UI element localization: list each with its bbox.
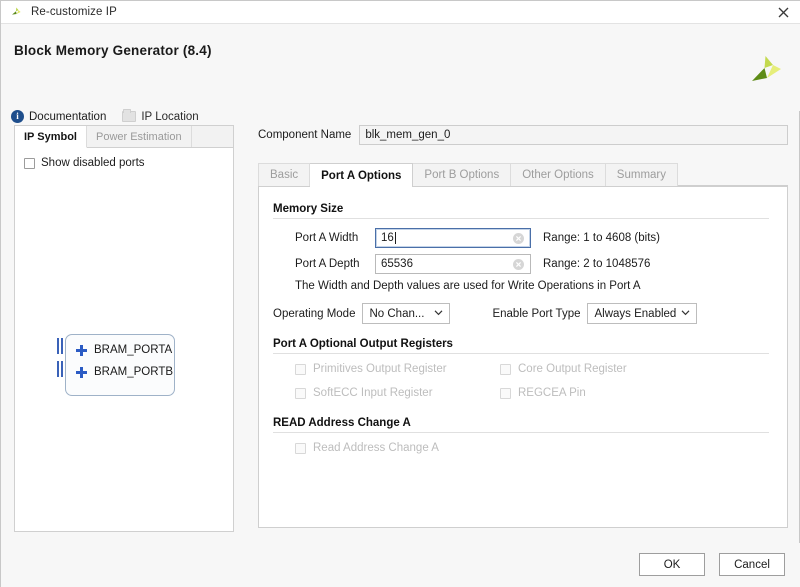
operating-mode-label: Operating Mode	[273, 307, 356, 320]
softecc-input-register-checkbox-row[interactable]: SoftECC Input Register	[295, 387, 500, 399]
clear-icon[interactable]	[513, 259, 524, 270]
regcea-pin-checkbox[interactable]	[500, 387, 511, 399]
memory-size-group: Memory Size Port A Width 16 Range: 1 to …	[273, 203, 769, 324]
tab-port-b-options[interactable]: Port B Options	[413, 163, 512, 186]
enable-port-type-value: Always Enabled	[594, 307, 677, 320]
xilinx-logo-icon	[9, 5, 24, 20]
recustomize-ip-dialog: Re-customize IP Block Memory Generator (…	[0, 0, 800, 587]
enable-port-type-select[interactable]: Always Enabled	[587, 303, 698, 324]
chevron-down-icon	[434, 306, 443, 318]
port-a-width-value: 16	[381, 232, 394, 244]
cancel-button[interactable]: Cancel	[719, 553, 785, 576]
tab-port-a-options[interactable]: Port A Options	[310, 163, 414, 188]
tab-summary[interactable]: Summary	[605, 163, 678, 186]
core-output-register-checkbox[interactable]	[500, 363, 511, 375]
core-output-register-label: Core Output Register	[518, 363, 627, 375]
chevron-down-icon	[681, 306, 690, 318]
registers-row-2: SoftECC Input Register REGCEA Pin	[295, 387, 769, 399]
bram-port-a[interactable]: BRAM_PORTA	[76, 344, 172, 356]
left-panel-tabs: IP Symbol Power Estimation	[15, 126, 233, 148]
tab-basic[interactable]: Basic	[258, 163, 311, 186]
optional-registers-title: Port A Optional Output Registers	[273, 338, 453, 350]
read-address-change-a-checkbox[interactable]	[295, 442, 306, 454]
plus-icon[interactable]	[76, 344, 87, 356]
divider	[273, 432, 769, 433]
bus-connector-b-icon	[56, 361, 65, 377]
bram-port-a-label: BRAM_PORTA	[94, 344, 173, 356]
dialog-body: IP Symbol Power Estimation Show disabled…	[1, 111, 800, 543]
read-address-change-row: Read Address Change A	[295, 442, 769, 454]
port-a-width-hint: Range: 1 to 4608 (bits)	[543, 232, 660, 244]
softecc-input-register-label: SoftECC Input Register	[313, 387, 433, 399]
port-a-depth-row: Port A Depth 65536 Range: 2 to 1048576	[295, 254, 769, 274]
window-titlebar: Re-customize IP	[1, 1, 800, 24]
port-a-depth-input[interactable]: 65536	[375, 254, 531, 274]
component-name-row: Component Name blk_mem_gen_0	[258, 125, 788, 145]
config-tabs: Basic Port A Options Port B Options Othe…	[258, 163, 788, 188]
port-a-width-row: Port A Width 16 Range: 1 to 4608 (bits)	[295, 228, 769, 248]
divider	[273, 218, 769, 219]
xilinx-leaf-logo	[748, 54, 784, 88]
enable-port-type-label: Enable Port Type	[492, 307, 581, 320]
bram-port-b-label: BRAM_PORTB	[94, 366, 174, 378]
operating-mode-value: No Chan...	[369, 307, 425, 320]
softecc-input-register-checkbox[interactable]	[295, 387, 306, 399]
read-address-change-a-checkbox-row[interactable]: Read Address Change A	[295, 442, 439, 454]
clear-icon[interactable]	[513, 233, 524, 244]
dialog-header: Block Memory Generator (8.4) i Documenta…	[1, 24, 800, 123]
port-a-depth-value: 65536	[381, 258, 413, 270]
tab-ip-symbol[interactable]: IP Symbol	[15, 126, 87, 148]
component-name-input[interactable]: blk_mem_gen_0	[359, 125, 788, 145]
registers-row-1: Primitives Output Register Core Output R…	[295, 363, 769, 375]
width-depth-note: The Width and Depth values are used for …	[295, 280, 641, 292]
divider	[273, 353, 769, 354]
ok-button[interactable]: OK	[639, 553, 705, 576]
ip-symbol-canvas: BRAM_PORTA BRAM_PORTB	[15, 162, 233, 531]
primitives-output-register-label: Primitives Output Register	[313, 363, 447, 375]
memory-size-title: Memory Size	[273, 203, 344, 215]
mode-row: Operating Mode No Chan... Enable Port Ty…	[273, 303, 769, 324]
window-title: Re-customize IP	[31, 6, 117, 18]
port-a-depth-label: Port A Depth	[295, 258, 360, 270]
port-a-options-content: Memory Size Port A Width 16 Range: 1 to …	[258, 187, 788, 528]
page-title: Block Memory Generator (8.4)	[14, 43, 212, 58]
plus-icon[interactable]	[76, 366, 87, 378]
regcea-pin-checkbox-row[interactable]: REGCEA Pin	[500, 387, 586, 399]
read-address-change-title: READ Address Change A	[273, 417, 411, 429]
optional-registers-group: Port A Optional Output Registers Primiti…	[273, 338, 769, 399]
ip-symbol-panel: IP Symbol Power Estimation Show disabled…	[14, 125, 234, 532]
read-address-change-group: READ Address Change A Read Address Chang…	[273, 417, 769, 454]
read-address-change-a-label: Read Address Change A	[313, 442, 439, 454]
text-caret	[394, 232, 396, 244]
primitives-output-register-checkbox-row[interactable]: Primitives Output Register	[295, 363, 500, 375]
core-output-register-checkbox-row[interactable]: Core Output Register	[500, 363, 627, 375]
port-a-depth-hint: Range: 2 to 1048576	[543, 258, 651, 270]
dialog-footer: OK Cancel	[1, 543, 800, 587]
regcea-pin-label: REGCEA Pin	[518, 387, 586, 399]
primitives-output-register-checkbox[interactable]	[295, 363, 306, 375]
tab-other-options[interactable]: Other Options	[511, 163, 606, 186]
port-a-width-label: Port A Width	[295, 232, 359, 244]
tab-filler	[678, 163, 788, 186]
operating-mode-select[interactable]: No Chan...	[362, 303, 451, 324]
bus-connector-a-icon	[56, 338, 65, 354]
tab-power-estimation[interactable]: Power Estimation	[87, 126, 192, 147]
bram-port-b[interactable]: BRAM_PORTB	[76, 366, 173, 378]
bram-symbol-block: BRAM_PORTA BRAM_PORTB	[65, 334, 175, 396]
ip-config-panel: Component Name blk_mem_gen_0 Basic Port …	[258, 125, 788, 532]
component-name-label: Component Name	[258, 129, 352, 141]
port-a-width-input[interactable]: 16	[375, 228, 531, 248]
close-icon[interactable]	[775, 4, 792, 21]
